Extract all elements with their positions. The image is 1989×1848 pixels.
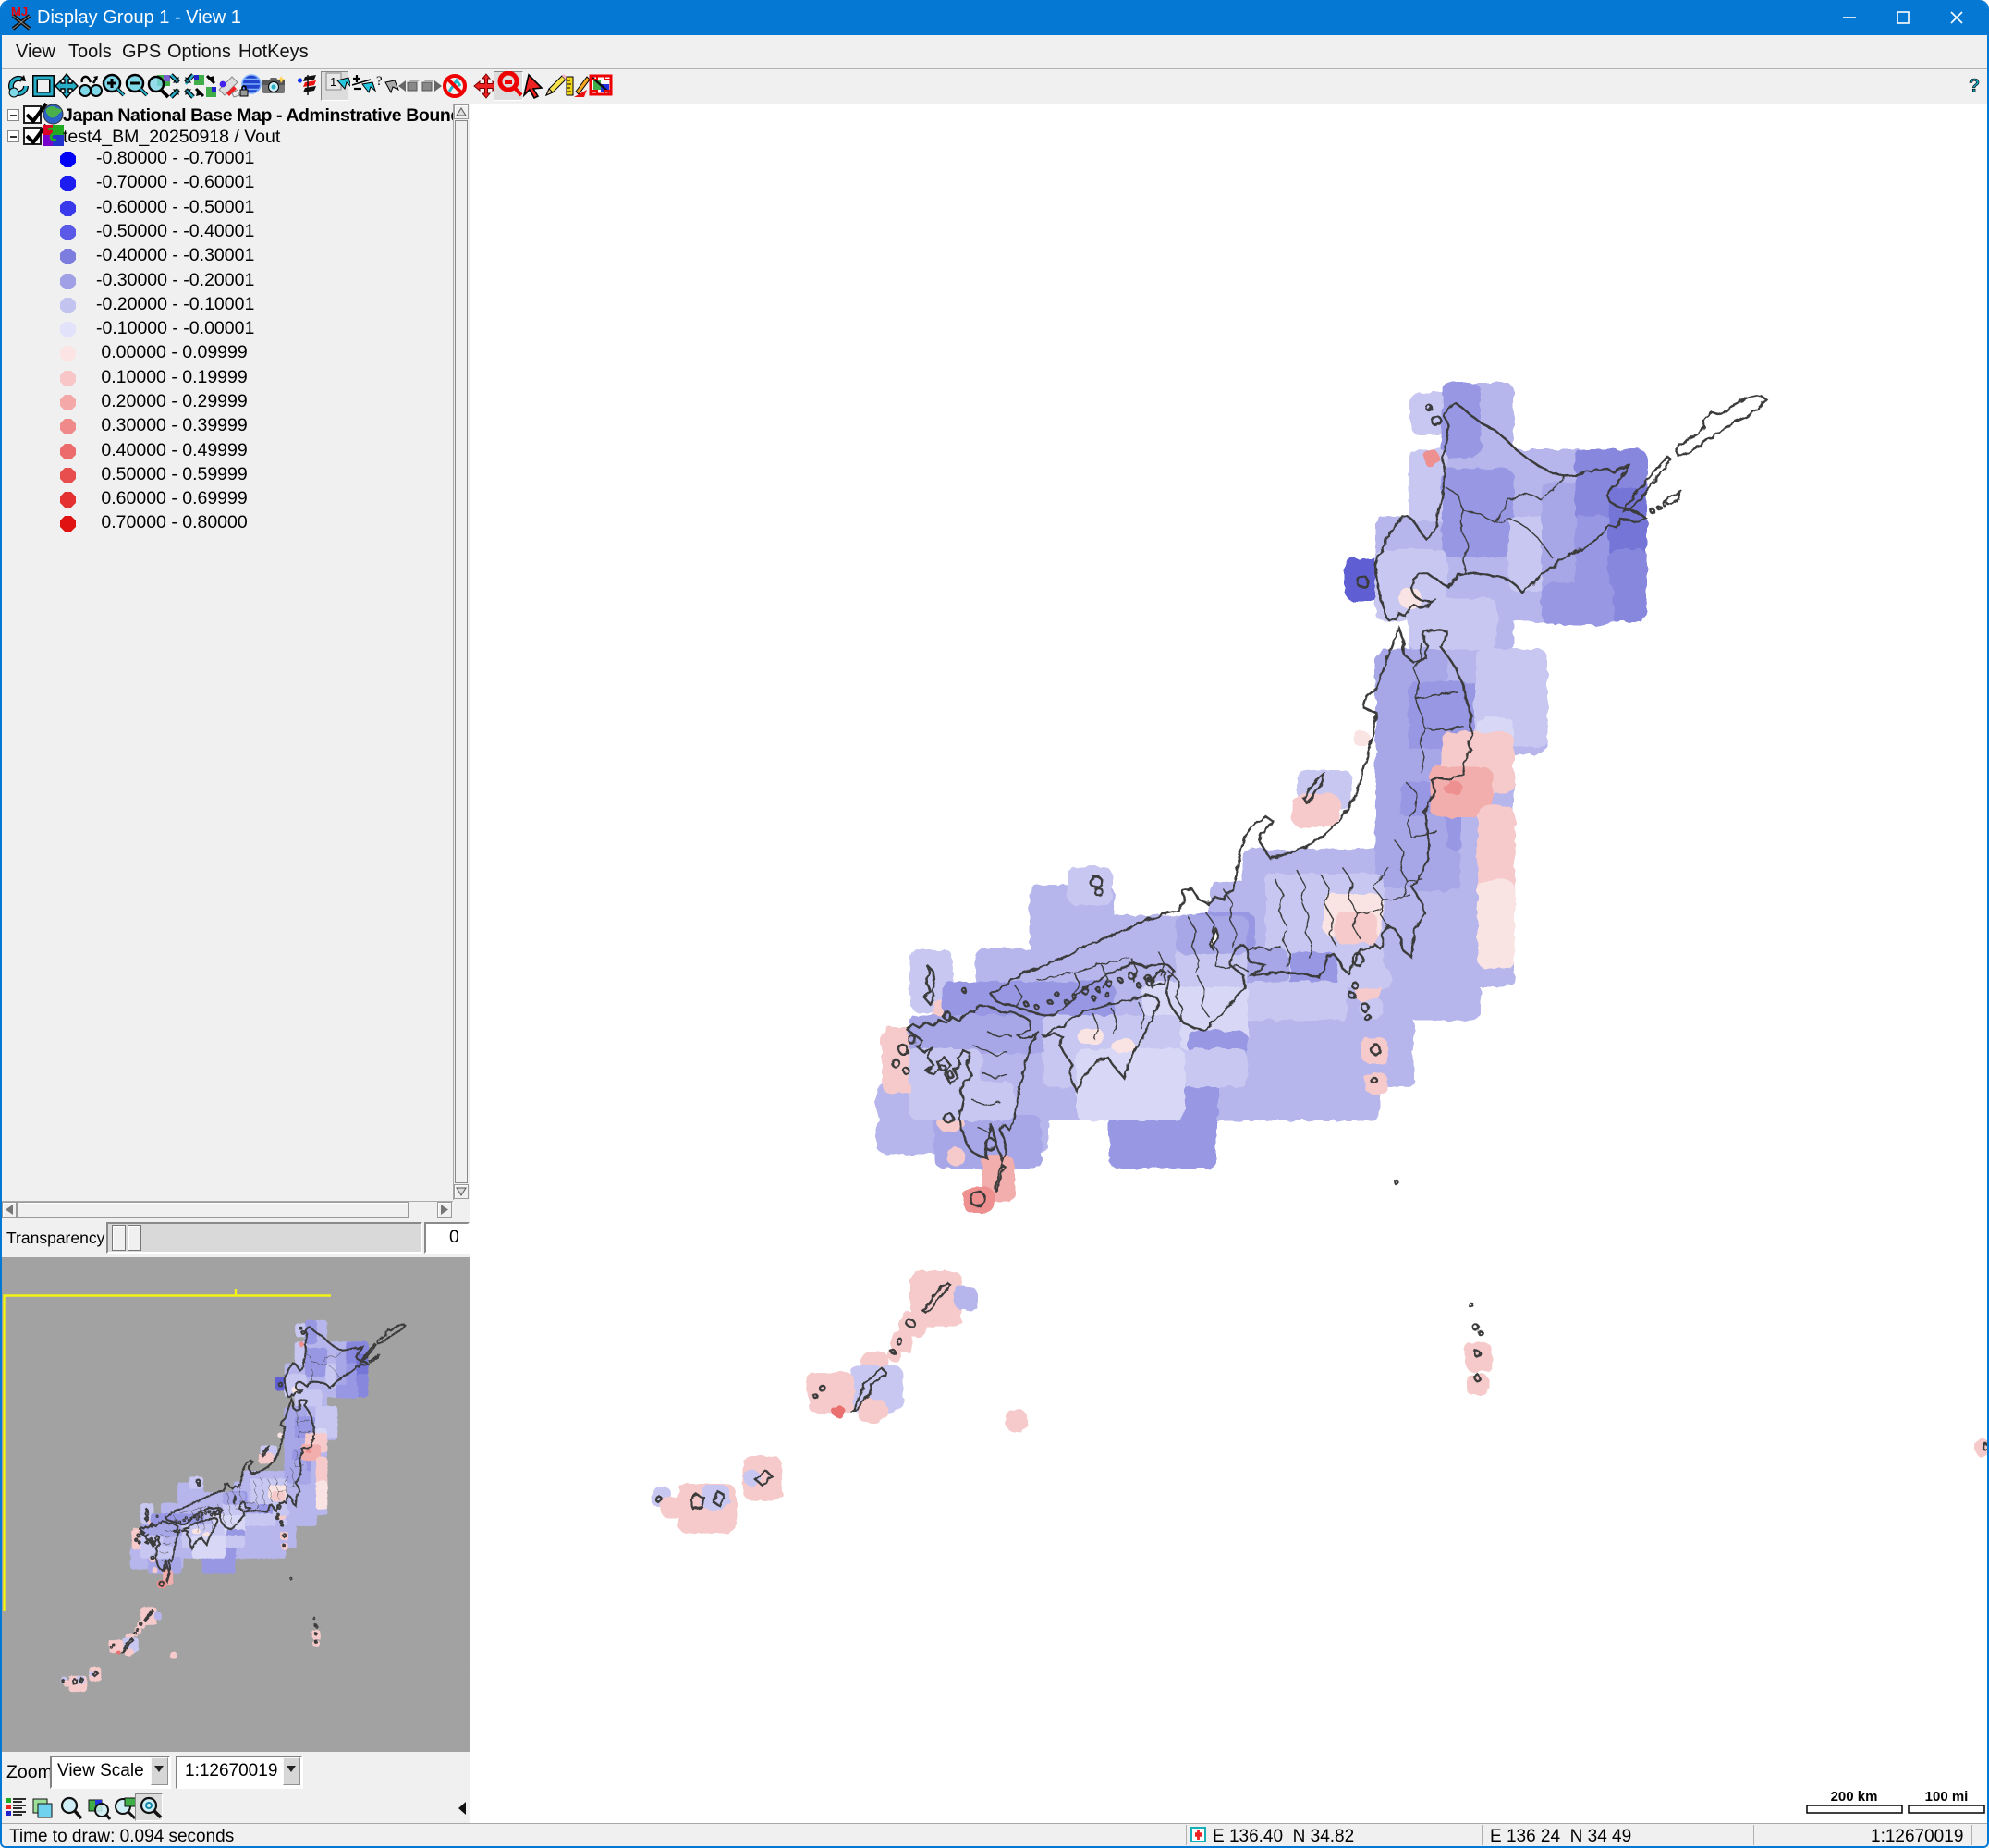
svg-text:1: 1 bbox=[330, 75, 336, 89]
svg-text:?: ? bbox=[376, 74, 383, 89]
svg-text:100 mi: 100 mi bbox=[1925, 1789, 1969, 1805]
svg-text:?: ? bbox=[1969, 76, 1980, 96]
svg-text:200 km: 200 km bbox=[1831, 1789, 1878, 1805]
